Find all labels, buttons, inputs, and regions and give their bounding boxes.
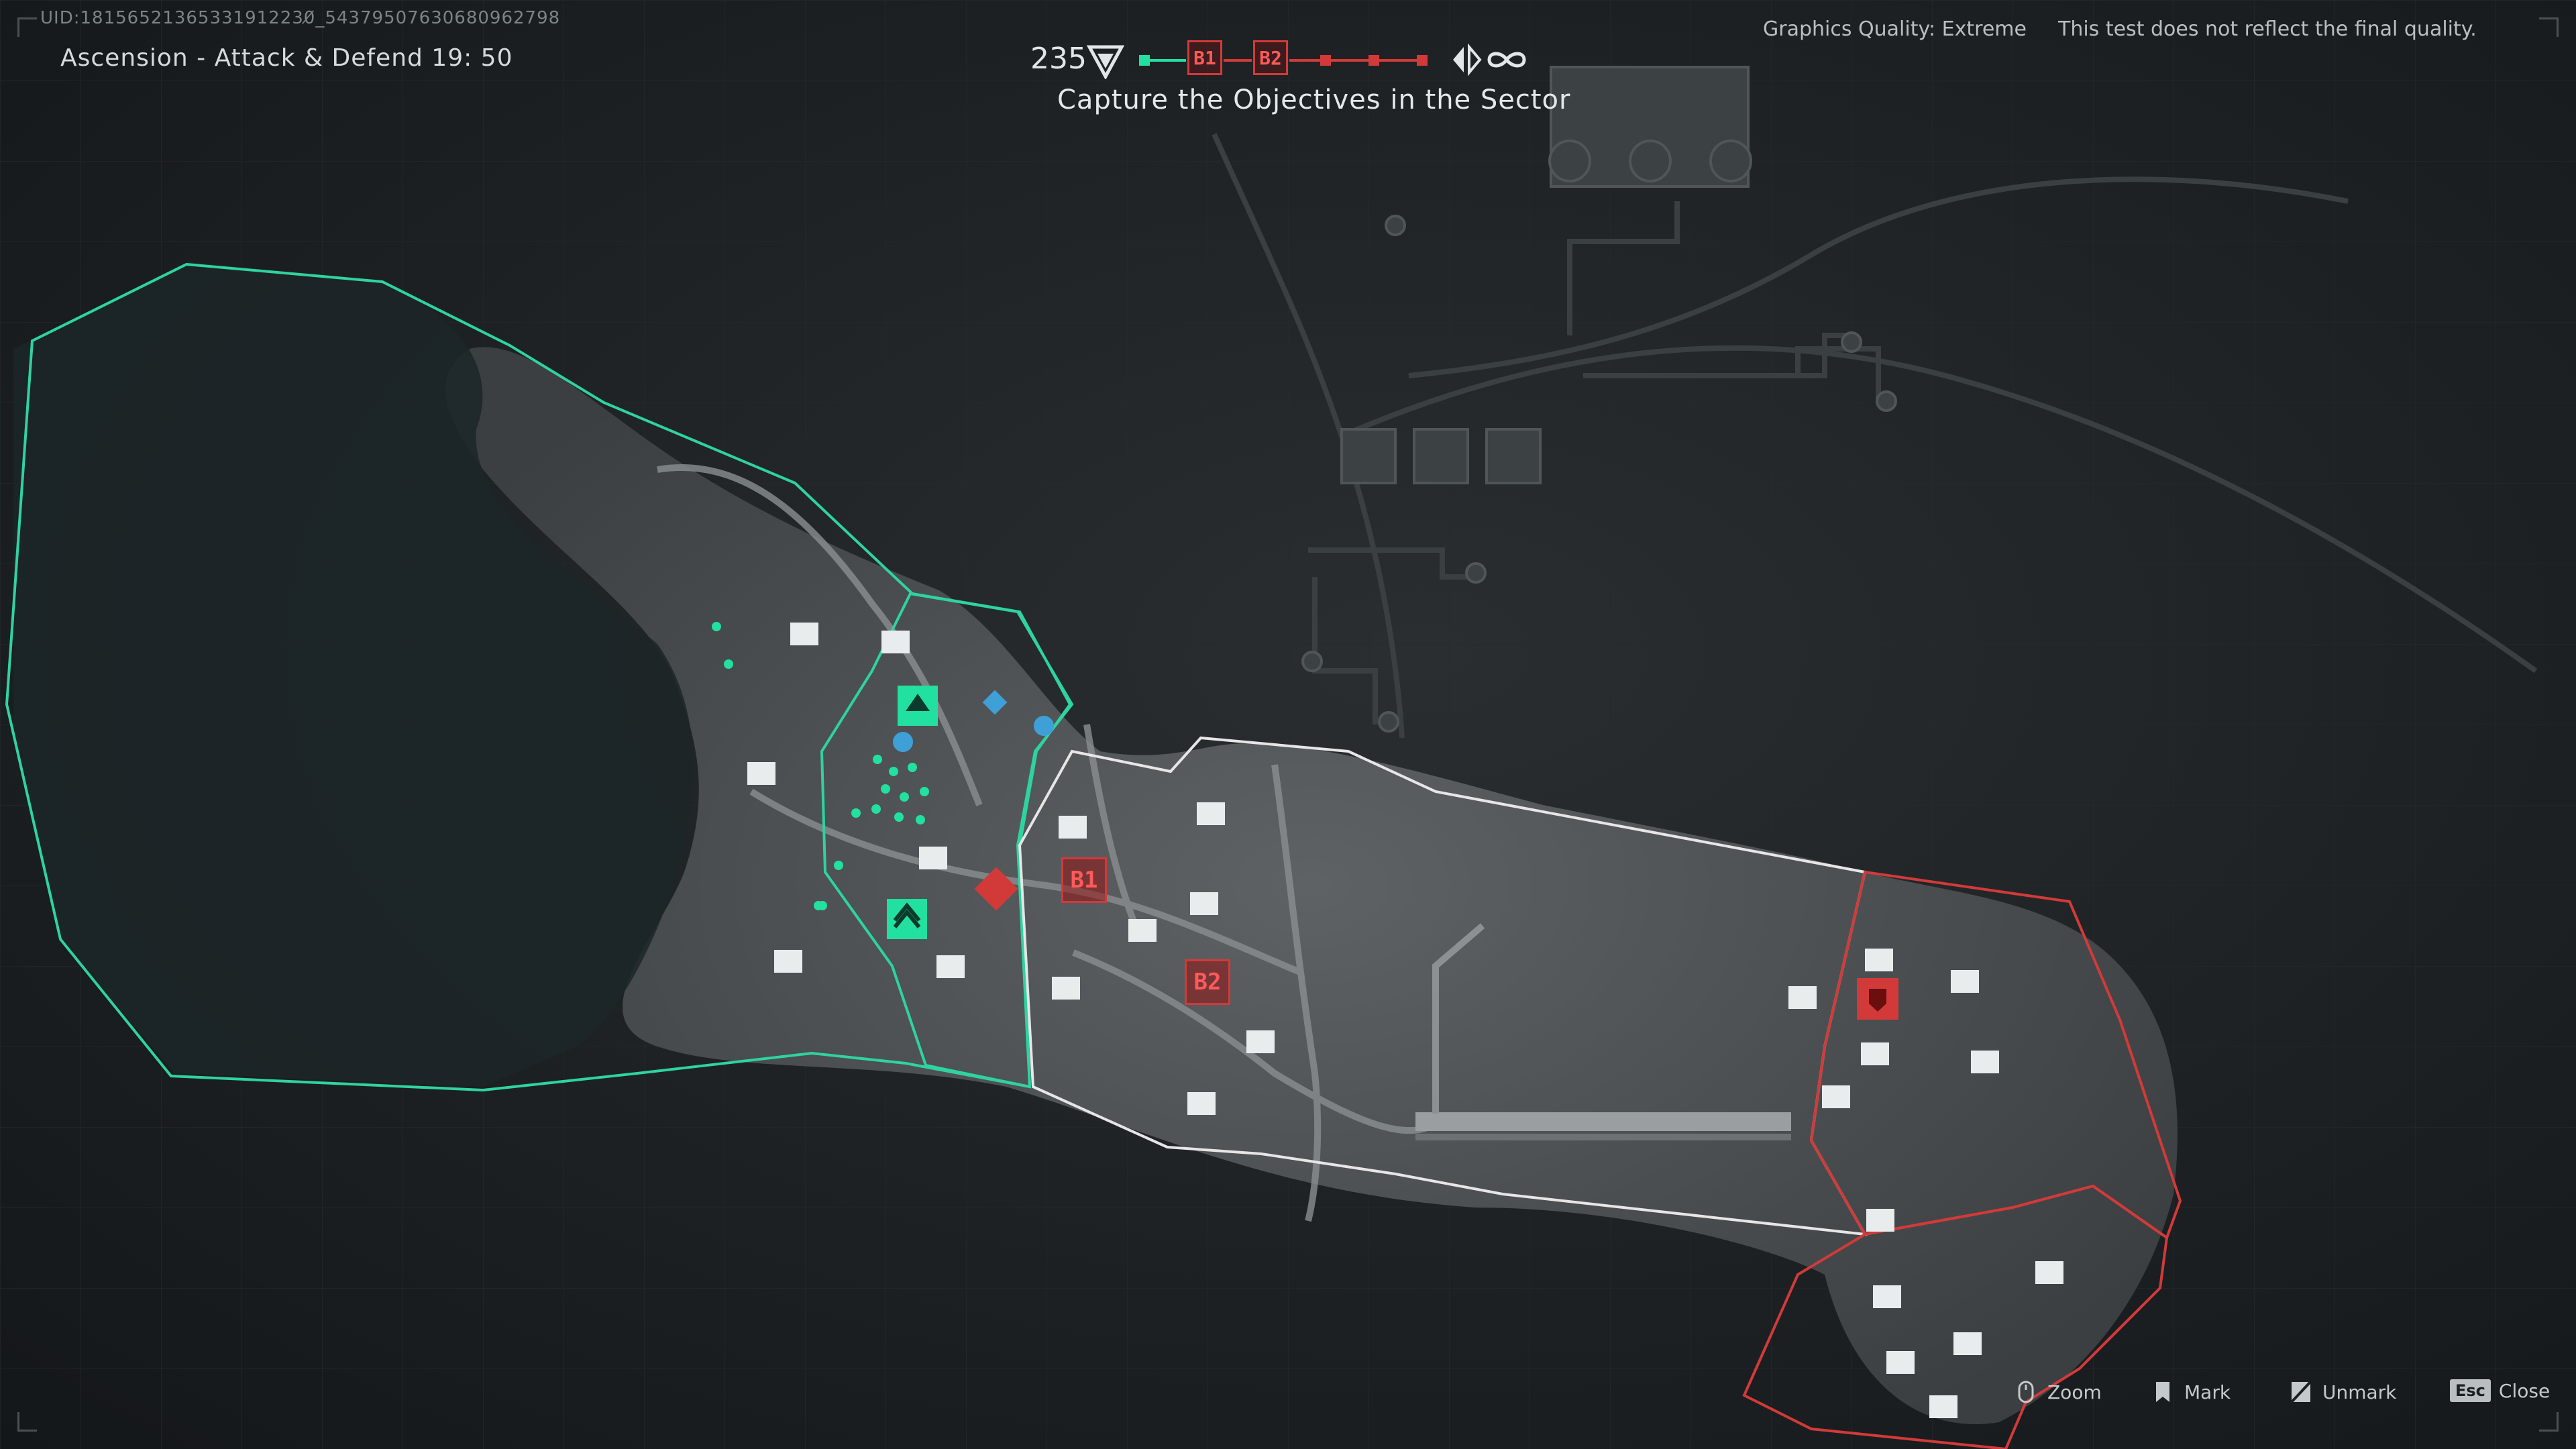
session-uid: UID:18156521365331912230̸_54379507630680… <box>40 8 561 28</box>
frame-corner-br <box>2539 1412 2559 1432</box>
close-icon: Esc <box>2450 1379 2491 1402</box>
frame-corner-tl <box>17 17 37 37</box>
objective-b1-marker[interactable]: B1 <box>1061 857 1107 903</box>
hint-mark-label: Mark <box>2184 1381 2231 1403</box>
test-disclaimer: This test does not reflect the final qua… <box>2058 17 2477 41</box>
objective-text: Capture the Objectives in the Sector <box>1057 85 1571 115</box>
frame-corner-tr <box>2539 17 2559 37</box>
zoom-icon <box>2018 1381 2034 1403</box>
ticket-count: 235 <box>1030 42 1087 76</box>
infinite-tickets-icon <box>1453 43 1526 76</box>
objective-b2-marker[interactable]: B2 <box>1185 959 1230 1005</box>
hint-zoom-label: Zoom <box>2047 1381 2102 1403</box>
hint-zoom[interactable]: Zoom <box>2012 1379 2102 1405</box>
hint-unmark-label: Unmark <box>2322 1381 2397 1403</box>
graphics-quality-label: Graphics Quality: Extreme <box>1763 17 2027 41</box>
hint-close-label: Close <box>2498 1379 2551 1402</box>
hint-unmark[interactable]: Unmark <box>2288 1379 2396 1405</box>
attacker-faction-icon <box>1087 45 1124 79</box>
sector-b2-badge: B2 <box>1253 40 1288 75</box>
mode-title: Ascension - Attack & Defend 19: 50 <box>60 44 513 72</box>
hint-close[interactable]: Esc Close <box>2450 1379 2550 1402</box>
medic-icon <box>893 732 913 752</box>
support-icon <box>1034 716 1054 736</box>
mark-icon <box>2156 1382 2169 1402</box>
hint-mark[interactable]: Mark <box>2149 1379 2231 1405</box>
sector-progress-track <box>1139 55 1428 66</box>
unmark-icon <box>2290 1381 2312 1403</box>
frame-corner-bl <box>17 1412 37 1432</box>
sector-b1-badge: B1 <box>1187 40 1222 75</box>
tactical-map[interactable] <box>0 0 2576 1449</box>
